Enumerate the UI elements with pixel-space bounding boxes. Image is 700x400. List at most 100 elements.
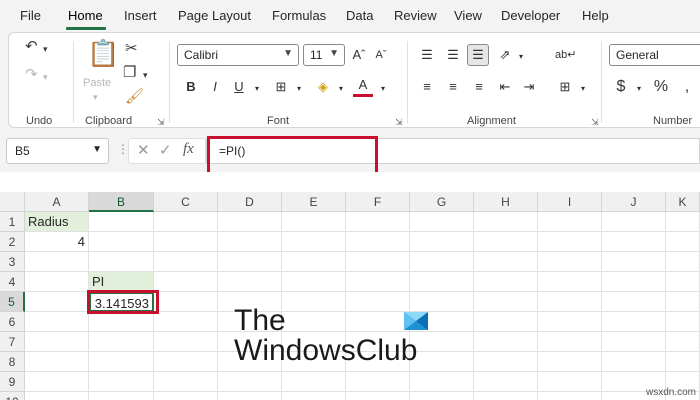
- grid-cell[interactable]: [602, 272, 666, 292]
- grid-cell[interactable]: [218, 252, 282, 272]
- decrease-indent-icon[interactable]: ⇤: [495, 77, 515, 97]
- tab-developer[interactable]: Developer: [501, 8, 560, 23]
- grid-cell[interactable]: [346, 272, 410, 292]
- grid-cell[interactable]: [538, 392, 602, 400]
- tab-page-layout[interactable]: Page Layout: [178, 8, 251, 23]
- align-middle-icon[interactable]: ☰: [443, 45, 463, 65]
- grid-cell[interactable]: [602, 232, 666, 252]
- grid-cell[interactable]: [410, 212, 474, 232]
- grid-cell[interactable]: [89, 332, 154, 352]
- grid-cell[interactable]: [410, 232, 474, 252]
- grid-cell[interactable]: [538, 272, 602, 292]
- grid-cell[interactable]: [89, 212, 154, 232]
- fill-color-dropdown-icon[interactable]: ▾: [331, 79, 351, 99]
- grid-cell[interactable]: [89, 392, 154, 400]
- column-header-f[interactable]: F: [346, 192, 410, 212]
- italic-button[interactable]: I: [205, 77, 225, 97]
- borders-icon[interactable]: ⊞: [271, 77, 291, 97]
- orientation-dropdown-icon[interactable]: ▾: [511, 47, 531, 67]
- row-header-5[interactable]: 5: [0, 292, 25, 312]
- grid-cell[interactable]: [666, 332, 700, 352]
- grid-cell[interactable]: [410, 392, 474, 400]
- grid-cell[interactable]: [602, 352, 666, 372]
- grid-cell[interactable]: [666, 212, 700, 232]
- grid-cell[interactable]: [666, 252, 700, 272]
- grid-cell[interactable]: [25, 372, 89, 392]
- column-header-j[interactable]: J: [602, 192, 666, 212]
- format-painter-icon[interactable]: 🖌: [125, 89, 144, 105]
- increase-font-size-icon[interactable]: Aˆ: [349, 45, 369, 65]
- grid-cell[interactable]: [474, 392, 538, 400]
- grid-cell[interactable]: [154, 292, 218, 312]
- grid-cell[interactable]: [538, 292, 602, 312]
- font-size-dropdown[interactable]: 11 ▼: [303, 44, 345, 66]
- grid-cell[interactable]: [538, 332, 602, 352]
- align-center-icon[interactable]: ≡: [443, 77, 463, 97]
- grid-cell[interactable]: [410, 252, 474, 272]
- grid-cell[interactable]: [154, 252, 218, 272]
- align-bottom-icon[interactable]: ☰: [467, 44, 489, 66]
- undo-icon[interactable]: ↶: [25, 39, 38, 55]
- tab-formulas[interactable]: Formulas: [272, 8, 326, 23]
- grid-cell[interactable]: [25, 252, 89, 272]
- column-header-i[interactable]: I: [538, 192, 602, 212]
- grid-cell[interactable]: [89, 232, 154, 252]
- row-header-6[interactable]: 6: [0, 312, 25, 332]
- grid-cell[interactable]: [410, 372, 474, 392]
- bold-button[interactable]: B: [181, 77, 201, 97]
- grid-cell[interactable]: [282, 232, 346, 252]
- row-header-7[interactable]: 7: [0, 332, 25, 352]
- select-all-corner[interactable]: [0, 192, 25, 212]
- currency-button[interactable]: $: [611, 77, 631, 97]
- font-color-icon[interactable]: A: [353, 75, 373, 97]
- alignment-launcher-icon[interactable]: ⇲: [591, 117, 599, 128]
- grid-cell[interactable]: [474, 272, 538, 292]
- align-top-icon[interactable]: ☰: [417, 45, 437, 65]
- row-header-2[interactable]: 2: [0, 232, 25, 252]
- undo-dropdown-icon[interactable]: ▾: [43, 41, 48, 57]
- grid-cell[interactable]: [474, 232, 538, 252]
- row-header-3[interactable]: 3: [0, 252, 25, 272]
- grid-cell[interactable]: [602, 312, 666, 332]
- font-launcher-icon[interactable]: ⇲: [395, 117, 403, 128]
- grid-cell[interactable]: [154, 232, 218, 252]
- grid-cell[interactable]: [666, 312, 700, 332]
- grid-cell[interactable]: [602, 292, 666, 312]
- grid-cell[interactable]: [474, 372, 538, 392]
- merge-center-icon[interactable]: ⊞: [555, 77, 575, 97]
- tab-file[interactable]: File: [20, 8, 41, 23]
- grid-cell[interactable]: [474, 292, 538, 312]
- grid-cell[interactable]: [410, 272, 474, 292]
- grid-cell[interactable]: [602, 332, 666, 352]
- underline-button[interactable]: U: [229, 77, 249, 97]
- column-header-d[interactable]: D: [218, 192, 282, 212]
- column-header-b[interactable]: B: [89, 192, 154, 212]
- grid-cell[interactable]: [154, 272, 218, 292]
- decrease-font-size-icon[interactable]: Aˇ: [371, 45, 391, 65]
- grid-cell[interactable]: [346, 392, 410, 400]
- grid-cell[interactable]: [89, 252, 154, 272]
- tab-help[interactable]: Help: [582, 8, 609, 23]
- grid-cell[interactable]: [474, 352, 538, 372]
- grid-cell[interactable]: [282, 372, 346, 392]
- grid-cell[interactable]: [89, 312, 154, 332]
- column-header-c[interactable]: C: [154, 192, 218, 212]
- tab-home[interactable]: Home: [68, 8, 103, 23]
- grid-cell[interactable]: [282, 252, 346, 272]
- grid-cell[interactable]: [474, 332, 538, 352]
- grid-cell[interactable]: [602, 212, 666, 232]
- percent-button[interactable]: %: [651, 77, 671, 97]
- row-header-1[interactable]: 1: [0, 212, 25, 232]
- grid-cell[interactable]: [346, 252, 410, 272]
- grid-cell[interactable]: [89, 372, 154, 392]
- grid-cell[interactable]: [154, 352, 218, 372]
- paste-icon[interactable]: 📋: [87, 39, 119, 67]
- column-header-g[interactable]: G: [410, 192, 474, 212]
- grid-cell[interactable]: [154, 392, 218, 400]
- grid-cell[interactable]: [25, 352, 89, 372]
- grid-cell[interactable]: [666, 352, 700, 372]
- font-color-dropdown-icon[interactable]: ▾: [373, 79, 393, 99]
- grid-cell[interactable]: [218, 272, 282, 292]
- cancel-icon[interactable]: ✕: [137, 141, 150, 159]
- row-header-4[interactable]: 4: [0, 272, 25, 292]
